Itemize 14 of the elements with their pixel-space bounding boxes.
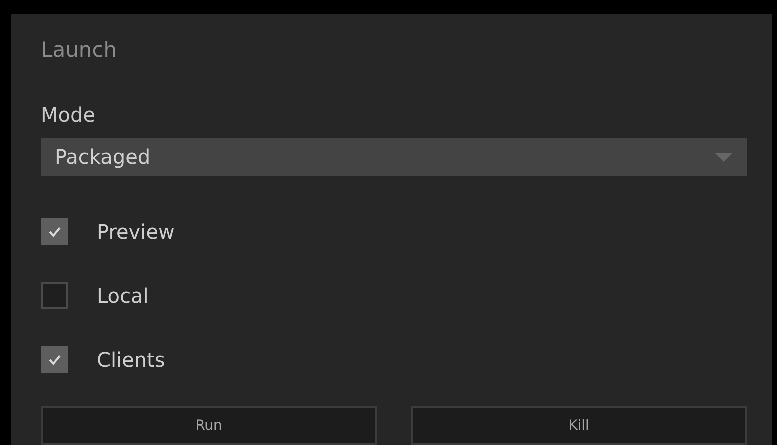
checkbox[interactable] [41, 282, 68, 309]
mode-dropdown[interactable]: Packaged [41, 138, 747, 176]
checkbox-label: Local [97, 284, 149, 308]
kill-button[interactable]: Kill [411, 406, 747, 445]
caret-icon [715, 152, 733, 162]
checkbox-label: Preview [97, 220, 175, 244]
checkbox[interactable] [41, 346, 68, 373]
run-button[interactable]: Run [41, 406, 377, 445]
mode-label: Mode [41, 102, 96, 128]
check-icon [48, 226, 62, 238]
checkbox-label: Clients [97, 348, 166, 372]
checkbox[interactable] [41, 218, 68, 245]
panel-title: Launch [41, 37, 118, 64]
check-icon [48, 354, 62, 366]
